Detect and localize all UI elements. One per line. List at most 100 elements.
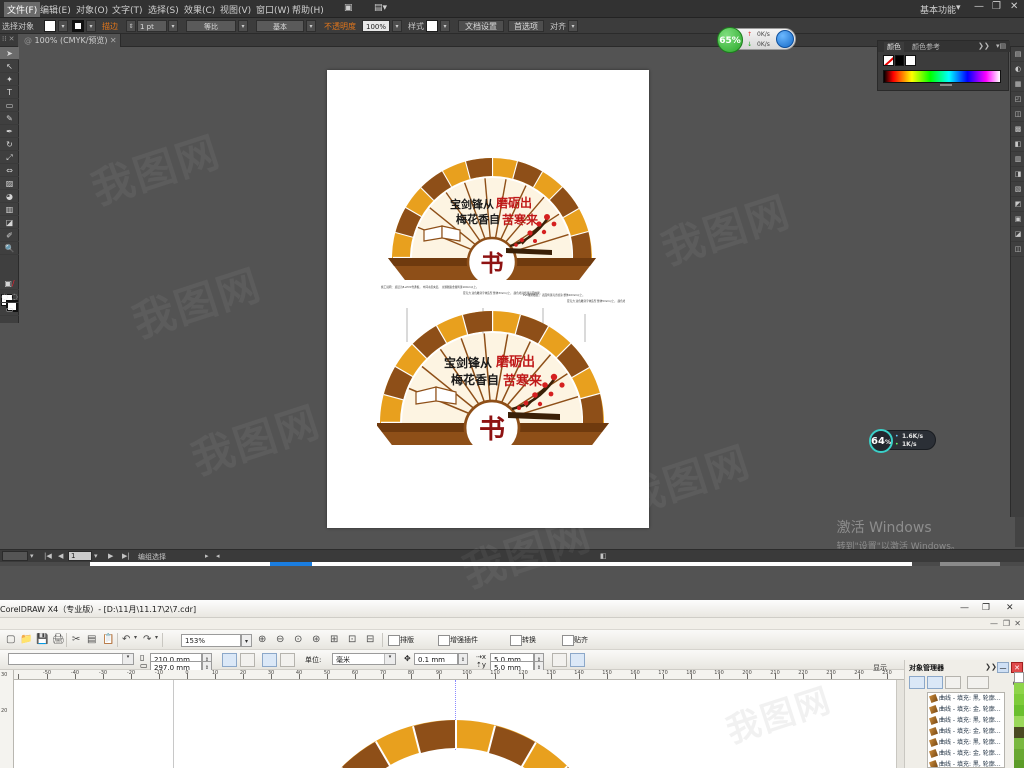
- blob-brush-tool[interactable]: ✒: [0, 125, 19, 138]
- workspace-switcher[interactable]: 基本功能: [920, 3, 956, 16]
- docker-tab-label[interactable]: 显示: [873, 663, 887, 673]
- palette-swatch[interactable]: [1014, 705, 1024, 716]
- stroke-weight-input[interactable]: 1 pt: [137, 20, 167, 32]
- color-mode-icons[interactable]: ▣/: [0, 277, 19, 290]
- palette-swatch[interactable]: [1014, 749, 1024, 760]
- color-spectrum-bar[interactable]: [883, 70, 1001, 83]
- dock-icon-12[interactable]: ◪: [1011, 227, 1024, 242]
- cdr-doc-minimize[interactable]: —: [990, 619, 998, 628]
- screen-mode-button[interactable]: ▤▾: [374, 3, 387, 13]
- first-page-button[interactable]: |◀: [44, 552, 52, 560]
- direct-selection-tool[interactable]: ↖: [0, 60, 19, 73]
- ai-restore-button[interactable]: ❐: [992, 1, 1001, 12]
- horizontal-ruler[interactable]: -50 -40 -30 -20 -10 0 10 20 30 40 50 60 …: [14, 670, 904, 680]
- stroke-weight-dropdown-icon[interactable]: ▾: [168, 20, 178, 32]
- dock-icon-13[interactable]: ◫: [1011, 242, 1024, 257]
- style-dropdown-icon[interactable]: ▾: [440, 20, 450, 32]
- paintbrush-tool[interactable]: ✎: [0, 112, 19, 125]
- stroke-profile-select[interactable]: 等比: [186, 20, 236, 32]
- redo-icon[interactable]: ↷: [143, 634, 151, 645]
- last-page-button[interactable]: ▶|: [122, 552, 130, 560]
- stroke-weight-stepper[interactable]: ⇕: [126, 20, 136, 32]
- dock-icon-0[interactable]: ▤: [1011, 47, 1024, 62]
- layer-list[interactable]: 曲线 - 填充: 黑, 轮廓… 曲线 - 填充: 金, 轮廓… 曲线 - 填充:…: [927, 692, 1005, 768]
- current-page-button[interactable]: [280, 653, 295, 667]
- next-page-button[interactable]: ▶: [108, 552, 113, 560]
- palette-swatch[interactable]: [1014, 760, 1024, 768]
- dock-icon-10[interactable]: ◩: [1011, 197, 1024, 212]
- show-object-properties-button[interactable]: [909, 676, 925, 689]
- enhance-plugin-button[interactable]: 增强插件: [438, 633, 478, 647]
- palette-none-swatch[interactable]: [1014, 672, 1024, 683]
- new-icon[interactable]: ▢: [6, 634, 15, 645]
- cdr-minimize-button[interactable]: —: [960, 603, 969, 613]
- white-swatch[interactable]: [905, 55, 916, 66]
- palette-swatch[interactable]: [1014, 716, 1024, 727]
- zoom-in-icon[interactable]: ⊕: [258, 634, 266, 645]
- status-speaker-icon[interactable]: ◂: [216, 552, 220, 560]
- page-list-button[interactable]: [967, 676, 989, 689]
- cdr-vertical-scrollbar[interactable]: [896, 680, 904, 768]
- dock-icon-1[interactable]: ◐: [1011, 62, 1024, 77]
- profile-dropdown-icon[interactable]: ▾: [238, 20, 248, 32]
- width-tool[interactable]: ⇔: [0, 164, 19, 177]
- convert-plugin-button[interactable]: 转换: [510, 633, 536, 647]
- zoom-tool[interactable]: 🔍: [0, 242, 19, 255]
- paste-icon[interactable]: 📋: [102, 634, 114, 645]
- dock-icon-9[interactable]: ▧: [1011, 182, 1024, 197]
- zoom-out-icon[interactable]: ⊖: [276, 634, 284, 645]
- cdr-canvas[interactable]: 宝剑锋从 磨砺出 梅花香自 苦寒来 我图网: [14, 680, 904, 768]
- list-item[interactable]: 曲线 - 填充: 黑, 轮廓…: [928, 759, 1004, 767]
- fan-artwork-top[interactable]: 书 宝剑锋从 磨砺出 梅花香自 苦寒来: [377, 150, 699, 280]
- dock-icon-2[interactable]: ▦: [1011, 77, 1024, 92]
- page-dropdown-icon[interactable]: ▾: [94, 552, 98, 560]
- menu-object[interactable]: 对象(O): [76, 3, 108, 16]
- dock-icon-11[interactable]: ▣: [1011, 212, 1024, 227]
- vertical-ruler[interactable]: 30 20: [0, 670, 14, 768]
- dock-icon-8[interactable]: ◨: [1011, 167, 1024, 182]
- menu-edit[interactable]: 编辑(E): [40, 3, 71, 16]
- fan-artwork-bottom[interactable]: 书 宝剑锋从 磨砺出 梅花香自 苦寒来: [377, 285, 699, 445]
- spectrum-handle[interactable]: [940, 84, 952, 86]
- align-label[interactable]: 对齐: [550, 21, 566, 32]
- list-item[interactable]: 曲线 - 填充: 金, 轮廓…: [928, 726, 1004, 737]
- menu-file[interactable]: 文件(F): [4, 2, 41, 17]
- dock-icon-4[interactable]: ◫: [1011, 107, 1024, 122]
- workspace-chevron-icon[interactable]: ▾: [956, 3, 961, 13]
- zoom-width-icon[interactable]: ⊟: [366, 634, 374, 645]
- zoom-chevron-down-icon[interactable]: ▾: [241, 634, 252, 647]
- opacity-dropdown-icon[interactable]: ▾: [392, 20, 402, 32]
- preferences-button[interactable]: 首选项: [508, 20, 544, 32]
- opacity-input[interactable]: 100%: [362, 20, 390, 32]
- cdr-doc-close[interactable]: ✕: [1014, 619, 1021, 628]
- ai-close-button[interactable]: ✕: [1010, 1, 1018, 12]
- rectangle-tool[interactable]: ▭: [0, 99, 19, 112]
- save-icon[interactable]: 💾: [36, 634, 48, 645]
- zoom-selected-icon[interactable]: ⊛: [312, 634, 320, 645]
- status-arrow-icon[interactable]: ▸: [205, 552, 209, 560]
- undo-chevron-down-icon[interactable]: ▾: [134, 634, 137, 641]
- black-swatch[interactable]: [895, 55, 904, 66]
- page-type-chevron-icon[interactable]: ▾: [122, 654, 133, 664]
- stroke-dropdown-icon[interactable]: ▾: [86, 20, 96, 32]
- nudge-stepper[interactable]: ⇕: [458, 653, 468, 665]
- nudge-input[interactable]: 0.1 mm: [414, 653, 458, 665]
- snap-options-button[interactable]: [570, 653, 585, 667]
- align-dropdown-icon[interactable]: ▾: [568, 20, 578, 32]
- list-item[interactable]: 曲线 - 填充: 黑, 轮廓…: [928, 737, 1004, 748]
- color-panel[interactable]: 颜色 颜色参考 ❯❯ ▾▤: [877, 40, 1010, 91]
- ai-minimize-button[interactable]: —: [974, 1, 984, 12]
- fill-swatch[interactable]: [44, 20, 56, 32]
- cut-icon[interactable]: ✂: [72, 634, 80, 645]
- cdr-restore-button[interactable]: ❐: [982, 603, 990, 613]
- treat-as-filled-button[interactable]: [552, 653, 567, 667]
- change-screen-mode-tool[interactable]: ▭: [0, 303, 19, 316]
- style-swatch[interactable]: [426, 20, 438, 32]
- unit-chevron-icon[interactable]: ▾: [384, 654, 395, 664]
- open-icon[interactable]: 📁: [20, 634, 32, 645]
- cdr-close-button[interactable]: ✕: [1006, 603, 1014, 613]
- docker-collapse-icon[interactable]: ❯❯: [985, 662, 997, 673]
- palette-swatch[interactable]: [1014, 738, 1024, 749]
- tab-close-icon[interactable]: ✕: [110, 34, 117, 47]
- selection-tool[interactable]: ➤: [0, 47, 19, 60]
